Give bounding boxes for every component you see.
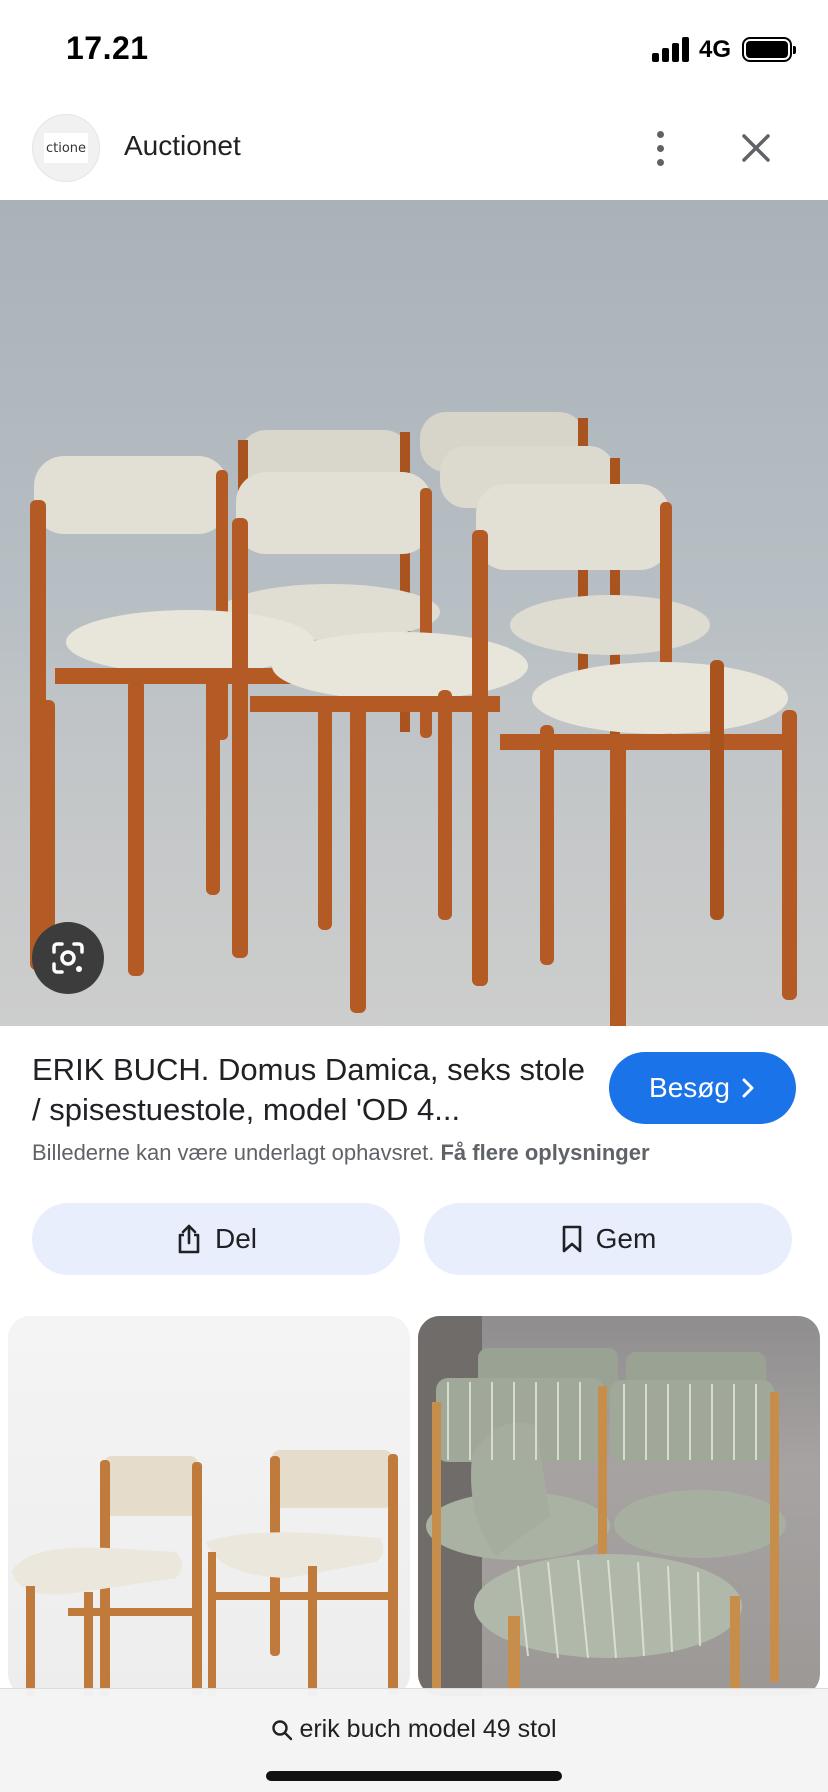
- search-query[interactable]: erik buch model 49 stol: [0, 1715, 828, 1744]
- related-image-1-photo: [12, 1450, 398, 1696]
- result-title[interactable]: ERIK BUCH. Domus Damica, seks stole / sp…: [32, 1050, 602, 1130]
- chairs-photo: [0, 412, 828, 1026]
- share-button-label: Del: [214, 1223, 257, 1254]
- more-info-link[interactable]: Få flere oplysninger: [440, 1140, 649, 1165]
- search-query-text: erik buch model 49 stol: [299, 1715, 557, 1743]
- main-image[interactable]: [0, 200, 828, 1026]
- home-indicator[interactable]: [266, 1771, 562, 1781]
- google-lens-icon[interactable]: [32, 922, 104, 994]
- source-name[interactable]: Auctionet: [124, 130, 241, 162]
- network-type: 4G: [699, 36, 732, 63]
- visit-button[interactable]: Besøg: [609, 1052, 796, 1124]
- bottom-search-bar[interactable]: erik buch model 49 stol: [0, 1688, 828, 1792]
- save-button-label: Gem: [595, 1223, 657, 1254]
- chevron-right-icon: [742, 1078, 754, 1098]
- related-image-2-photo: [418, 1316, 786, 1696]
- related-image-1[interactable]: [8, 1316, 410, 1696]
- more-options-icon[interactable]: [640, 120, 680, 176]
- related-image-2[interactable]: [418, 1316, 820, 1696]
- result-caption: ERIK BUCH. Domus Damica, seks stole / sp…: [32, 1050, 602, 1130]
- share-button[interactable]: Del: [32, 1203, 400, 1275]
- source-header: ctione Auctionet: [0, 100, 828, 200]
- close-icon[interactable]: [734, 126, 778, 170]
- visit-button-label: Besøg: [649, 1072, 730, 1103]
- signal-icon: [652, 36, 692, 62]
- save-button[interactable]: Gem: [424, 1203, 792, 1275]
- bookmark-icon: [562, 1225, 581, 1253]
- status-bar: 17.21 4G: [0, 0, 828, 100]
- battery-icon: [742, 37, 796, 62]
- source-logo[interactable]: ctione: [32, 114, 100, 182]
- copyright-text: Billederne kan være underlagt ophavsret.: [32, 1140, 435, 1165]
- copyright-notice: Billederne kan være underlagt ophavsret.…: [32, 1140, 812, 1166]
- source-logo-text: ctione: [44, 133, 88, 163]
- search-icon: [272, 1719, 293, 1740]
- share-icon: [178, 1224, 200, 1254]
- status-time: 17.21: [66, 30, 149, 66]
